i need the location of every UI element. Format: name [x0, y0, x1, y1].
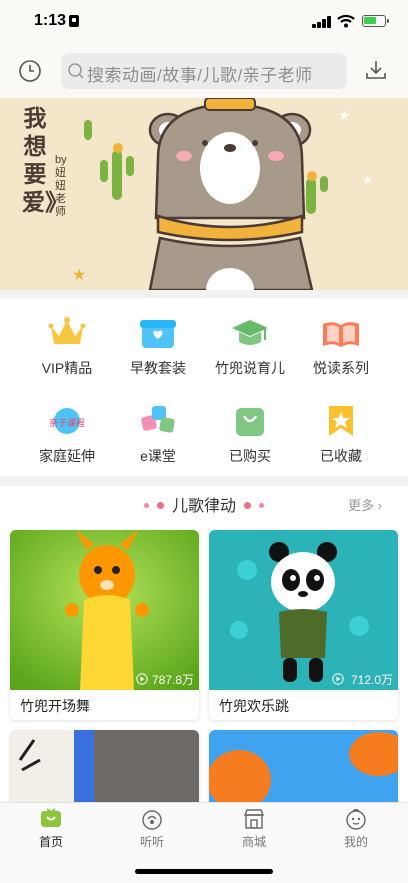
- decor-dot: [259, 502, 265, 508]
- family-course-icon-text: 亲子课程: [49, 417, 85, 429]
- store-icon: [243, 809, 265, 829]
- category-label: e课堂: [140, 448, 176, 464]
- nursery-rhyme-section: 儿歌律动 更多 › 787.8万 竹兜开场舞 712.0万 竹兜欢乐跳: [0, 486, 408, 810]
- play-icon: [136, 673, 148, 685]
- video-card[interactable]: [10, 730, 199, 810]
- video-card[interactable]: 712.0万 竹兜欢乐跳: [209, 530, 398, 720]
- profile-face-icon: [346, 808, 366, 830]
- category-label: 早教套装: [130, 360, 186, 376]
- video-card[interactable]: [209, 730, 398, 810]
- status-time: 1:13: [34, 12, 67, 29]
- category-early-education[interactable]: 早教套装: [113, 306, 203, 376]
- svg-text:★: ★: [362, 173, 373, 187]
- video-title: 竹兜欢乐跳: [219, 698, 289, 714]
- bookmark-star-icon: [329, 406, 353, 436]
- category-grid: VIP精品 早教套装 竹兜说育儿 悦读系列 亲子课程 家庭延伸 e课堂 已购买 …: [0, 298, 408, 476]
- category-label: VIP精品: [41, 360, 93, 376]
- battery-icon: [362, 15, 389, 27]
- family-course-icon: 亲子课程: [49, 408, 85, 434]
- video-title: 竹兜开场舞: [20, 698, 90, 714]
- tv-home-icon: [41, 808, 61, 827]
- category-label: 已收藏: [320, 448, 362, 464]
- orientation-lock-icon: [69, 15, 79, 27]
- category-parenting[interactable]: 竹兜说育儿: [205, 306, 295, 376]
- section-title: 儿歌律动: [171, 498, 236, 515]
- open-book-icon: [323, 322, 359, 347]
- decor-dot: [156, 501, 164, 509]
- search-placeholder: 搜索动画/故事/儿歌/亲子老师: [87, 66, 313, 85]
- chevron-right-icon: ›: [377, 498, 382, 513]
- promo-banner[interactable]: ★ ★ ★ 我想要爱》 by妞妞老师: [0, 98, 408, 290]
- cellular-signal-icon: [312, 16, 332, 28]
- category-label: 家庭延伸: [39, 448, 95, 464]
- category-vip[interactable]: VIP精品: [22, 306, 112, 376]
- category-label: 竹兜说育儿: [215, 360, 285, 376]
- banner-subtitle: by妞妞老师: [55, 154, 67, 218]
- crown-icon: [48, 317, 86, 344]
- wifi-icon: [337, 14, 355, 28]
- section-header: 儿歌律动: [0, 492, 408, 516]
- gift-box-icon: [140, 320, 176, 348]
- category-family[interactable]: 亲子课程 家庭延伸: [22, 394, 112, 464]
- play-count: 787.8万: [151, 673, 194, 687]
- svg-text:★: ★: [72, 267, 86, 284]
- decor-dot: [143, 502, 149, 508]
- tab-listen[interactable]: 听听: [122, 807, 182, 851]
- play-count: 712.0万: [350, 673, 393, 687]
- video-thumbnail: [209, 730, 398, 810]
- tab-profile[interactable]: 我的: [326, 807, 386, 851]
- category-label: 悦读系列: [313, 360, 369, 376]
- tab-label: 首页: [38, 835, 63, 849]
- category-favorites[interactable]: 已收藏: [296, 394, 386, 464]
- search-input[interactable]: 搜索动画/故事/儿歌/亲子老师: [61, 53, 347, 89]
- category-e-class[interactable]: e课堂: [113, 394, 203, 464]
- banner-title: 我想要爱》: [22, 105, 68, 215]
- listen-icon: [142, 810, 162, 830]
- category-reading[interactable]: 悦读系列: [296, 306, 386, 376]
- tab-label: 商城: [241, 835, 266, 849]
- top-bar: 搜索动画/故事/儿歌/亲子老师: [0, 44, 408, 98]
- status-bar: 1:13: [0, 0, 408, 44]
- decor-dot: [244, 501, 252, 509]
- more-link[interactable]: 更多 ›: [348, 495, 382, 514]
- search-icon: [68, 63, 84, 79]
- tab-store[interactable]: 商城: [224, 807, 284, 851]
- video-card[interactable]: 787.8万 竹兜开场舞: [10, 530, 199, 720]
- video-thumbnail: [209, 530, 398, 690]
- tab-label: 听听: [139, 835, 164, 849]
- video-thumbnail: [10, 730, 199, 810]
- e-classroom-icon: [141, 406, 175, 433]
- video-thumbnail: [10, 530, 199, 690]
- category-label: 已购买: [229, 448, 271, 464]
- tab-home[interactable]: 首页: [21, 807, 81, 851]
- more-label: 更多: [348, 498, 375, 513]
- home-indicator: [135, 869, 273, 874]
- graduation-cap-icon: [232, 320, 268, 345]
- shopping-bag-icon: [236, 408, 264, 436]
- svg-text:★: ★: [338, 107, 351, 123]
- history-clock-icon[interactable]: [18, 59, 42, 83]
- play-icon: [332, 673, 344, 685]
- tab-label: 我的: [343, 835, 368, 849]
- category-purchased[interactable]: 已购买: [205, 394, 295, 464]
- download-icon[interactable]: [364, 58, 388, 82]
